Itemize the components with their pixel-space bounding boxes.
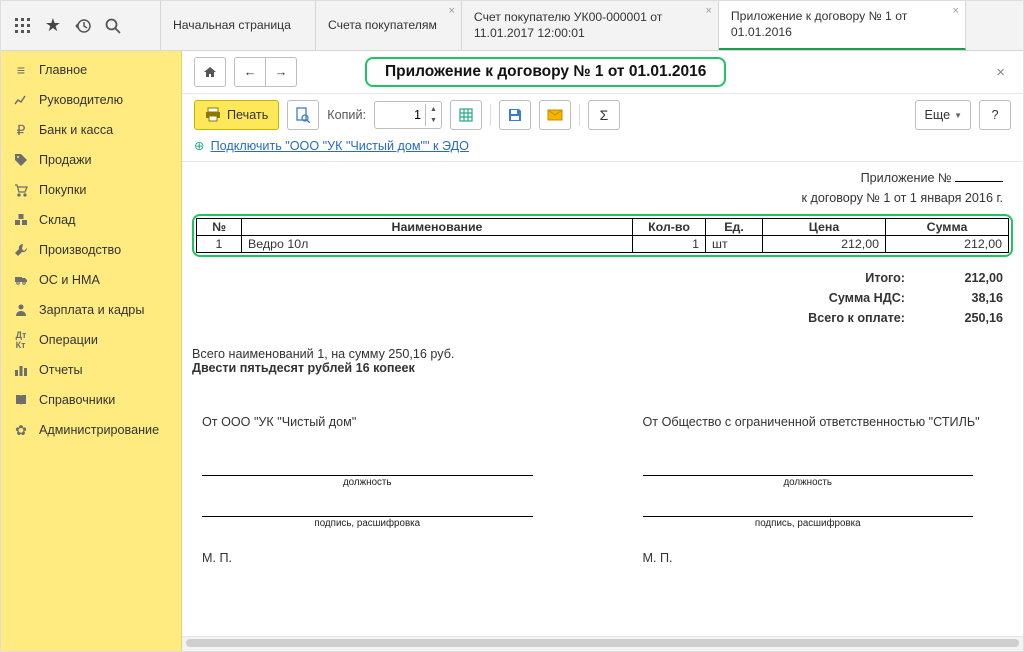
topbar-left: ★ — [1, 1, 161, 50]
forward-button[interactable]: → — [266, 57, 297, 87]
printer-icon — [205, 107, 221, 123]
sidebar-item-label: Продажи — [39, 153, 92, 167]
copies-input[interactable] — [375, 108, 425, 122]
page-title: Приложение к договору № 1 от 01.01.2016 — [365, 57, 726, 87]
truck-icon — [13, 272, 29, 288]
tabs: Начальная страница Счета покупателям × С… — [161, 1, 1023, 50]
document-area: Приложение № к договору № 1 от 1 января … — [182, 162, 1023, 636]
close-page-button[interactable]: × — [990, 64, 1011, 81]
sidebar-item-production[interactable]: Производство — [1, 235, 181, 265]
sidebar-item-label: Справочники — [39, 393, 115, 407]
close-icon[interactable]: × — [705, 5, 711, 19]
signatures: От ООО "УК "Чистый дом" должность подпис… — [192, 415, 1013, 565]
sidebar-item-refs[interactable]: Справочники — [1, 385, 181, 415]
tab-label: Счета покупателям — [328, 18, 437, 33]
grid-button[interactable] — [450, 100, 482, 130]
toolbar: Печать Копий: ▲▼ Σ Еще▼ ? — [182, 94, 1023, 136]
tag-icon — [13, 152, 29, 168]
sidebar-item-reports[interactable]: Отчеты — [1, 355, 181, 385]
sidebar-item-assets[interactable]: ОС и НМА — [1, 265, 181, 295]
main: ← → Приложение к договору № 1 от 01.01.2… — [182, 51, 1023, 651]
spin-up-icon[interactable]: ▲ — [426, 104, 441, 115]
sidebar-item-hr[interactable]: Зарплата и кадры — [1, 295, 181, 325]
sidebar-item-main[interactable]: ≡ Главное — [1, 55, 181, 85]
chart-line-icon — [13, 92, 29, 108]
header-bar: ← → Приложение к договору № 1 от 01.01.2… — [182, 51, 1023, 94]
book-icon — [13, 392, 29, 408]
sidebar-item-stock[interactable]: Склад — [1, 205, 181, 235]
sidebar-item-label: Главное — [39, 63, 87, 77]
back-button[interactable]: ← — [234, 57, 266, 87]
dtkt-icon: ДтКт — [13, 332, 29, 348]
save-button[interactable] — [499, 100, 531, 130]
sidebar-item-label: Администрирование — [39, 423, 159, 437]
print-button[interactable]: Печать — [194, 100, 279, 130]
person-icon — [13, 302, 29, 318]
tab-home[interactable]: Начальная страница — [161, 1, 316, 50]
sidebar-item-admin[interactable]: ✿ Администрирование — [1, 415, 181, 445]
close-icon[interactable]: × — [448, 5, 454, 19]
more-button[interactable]: Еще▼ — [915, 100, 971, 130]
cog-icon: ✿ — [13, 422, 29, 438]
copies-stepper[interactable]: ▲▼ — [374, 101, 442, 129]
table-header-row: № Наименование Кол-во Ед. Цена Сумма — [197, 219, 1009, 236]
close-icon[interactable]: × — [952, 5, 958, 19]
tab-label: Приложение к договору № 1 от 01.01.2016 — [731, 9, 941, 40]
doc-header: Приложение № к договору № 1 от 1 января … — [192, 168, 1013, 208]
sign-left: От ООО "УК "Чистый дом" должность подпис… — [202, 415, 563, 565]
boxes-icon — [13, 212, 29, 228]
ruble-icon: ₽ — [13, 122, 29, 138]
preview-button[interactable] — [287, 100, 319, 130]
items-table-highlight: № Наименование Кол-во Ед. Цена Сумма 1 В… — [192, 214, 1013, 257]
sidebar-item-bank[interactable]: ₽ Банк и касса — [1, 115, 181, 145]
tab-label: Счет покупателю УК00-000001 от 11.01.201… — [474, 10, 694, 41]
tab-label: Начальная страница — [173, 18, 291, 33]
sidebar-item-label: Руководителю — [39, 93, 123, 107]
sidebar: ≡ Главное Руководителю ₽ Банк и касса Прод… — [1, 51, 182, 651]
sidebar-item-purchases[interactable]: Покупки — [1, 175, 181, 205]
sidebar-item-manager[interactable]: Руководителю — [1, 85, 181, 115]
globe-icon: ⊕ — [194, 138, 205, 153]
sidebar-item-label: Банк и касса — [39, 123, 113, 137]
sidebar-item-label: Зарплата и кадры — [39, 303, 144, 317]
sidebar-item-label: Покупки — [39, 183, 86, 197]
totals-block: Итого:212,00 Сумма НДС:38,16 Всего к опл… — [192, 267, 1013, 329]
copies-label: Копий: — [327, 108, 366, 122]
sign-right: От Общество с ограниченной ответственнос… — [643, 415, 1004, 565]
sidebar-item-label: Производство — [39, 243, 121, 257]
sidebar-item-label: Склад — [39, 213, 75, 227]
history-icon[interactable] — [73, 16, 93, 36]
sidebar-item-label: Отчеты — [39, 363, 83, 377]
tab-invoices[interactable]: Счета покупателям × — [316, 1, 462, 50]
sum-button[interactable]: Σ — [588, 100, 620, 130]
bars-icon — [13, 362, 29, 378]
edo-link[interactable]: Подключить "ООО "УК "Чистый дом"" к ЭДО — [211, 139, 469, 153]
tab-invoice-detail[interactable]: Счет покупателю УК00-000001 от 11.01.201… — [462, 1, 719, 50]
sidebar-item-label: Операции — [39, 333, 98, 347]
topbar: ★ Начальная страница Счета покупателям ×… — [1, 1, 1023, 51]
print-label: Печать — [227, 108, 268, 122]
edo-bar: ⊕ Подключить "ООО "УК "Чистый дом"" к ЭД… — [182, 136, 1023, 162]
tab-contract-annex[interactable]: Приложение к договору № 1 от 01.01.2016 … — [719, 1, 966, 50]
horizontal-scrollbar[interactable] — [182, 636, 1023, 651]
sidebar-item-sales[interactable]: Продажи — [1, 145, 181, 175]
mail-button[interactable] — [539, 100, 571, 130]
cart-icon — [13, 182, 29, 198]
search-icon[interactable] — [103, 16, 123, 36]
table-row: 1 Ведро 10л 1 шт 212,00 212,00 — [197, 236, 1009, 253]
spin-down-icon[interactable]: ▼ — [426, 115, 441, 126]
home-button[interactable] — [194, 57, 226, 87]
items-table: № Наименование Кол-во Ед. Цена Сумма 1 В… — [196, 218, 1009, 253]
sidebar-item-label: ОС и НМА — [39, 273, 100, 287]
summary-block: Всего наименований 1, на сумму 250,16 ру… — [192, 347, 1013, 375]
menu-icon: ≡ — [13, 62, 29, 78]
apps-icon[interactable] — [13, 16, 33, 36]
sidebar-item-ops[interactable]: ДтКт Операции — [1, 325, 181, 355]
help-button[interactable]: ? — [979, 100, 1011, 130]
star-icon[interactable]: ★ — [43, 16, 63, 36]
wrench-icon — [13, 242, 29, 258]
